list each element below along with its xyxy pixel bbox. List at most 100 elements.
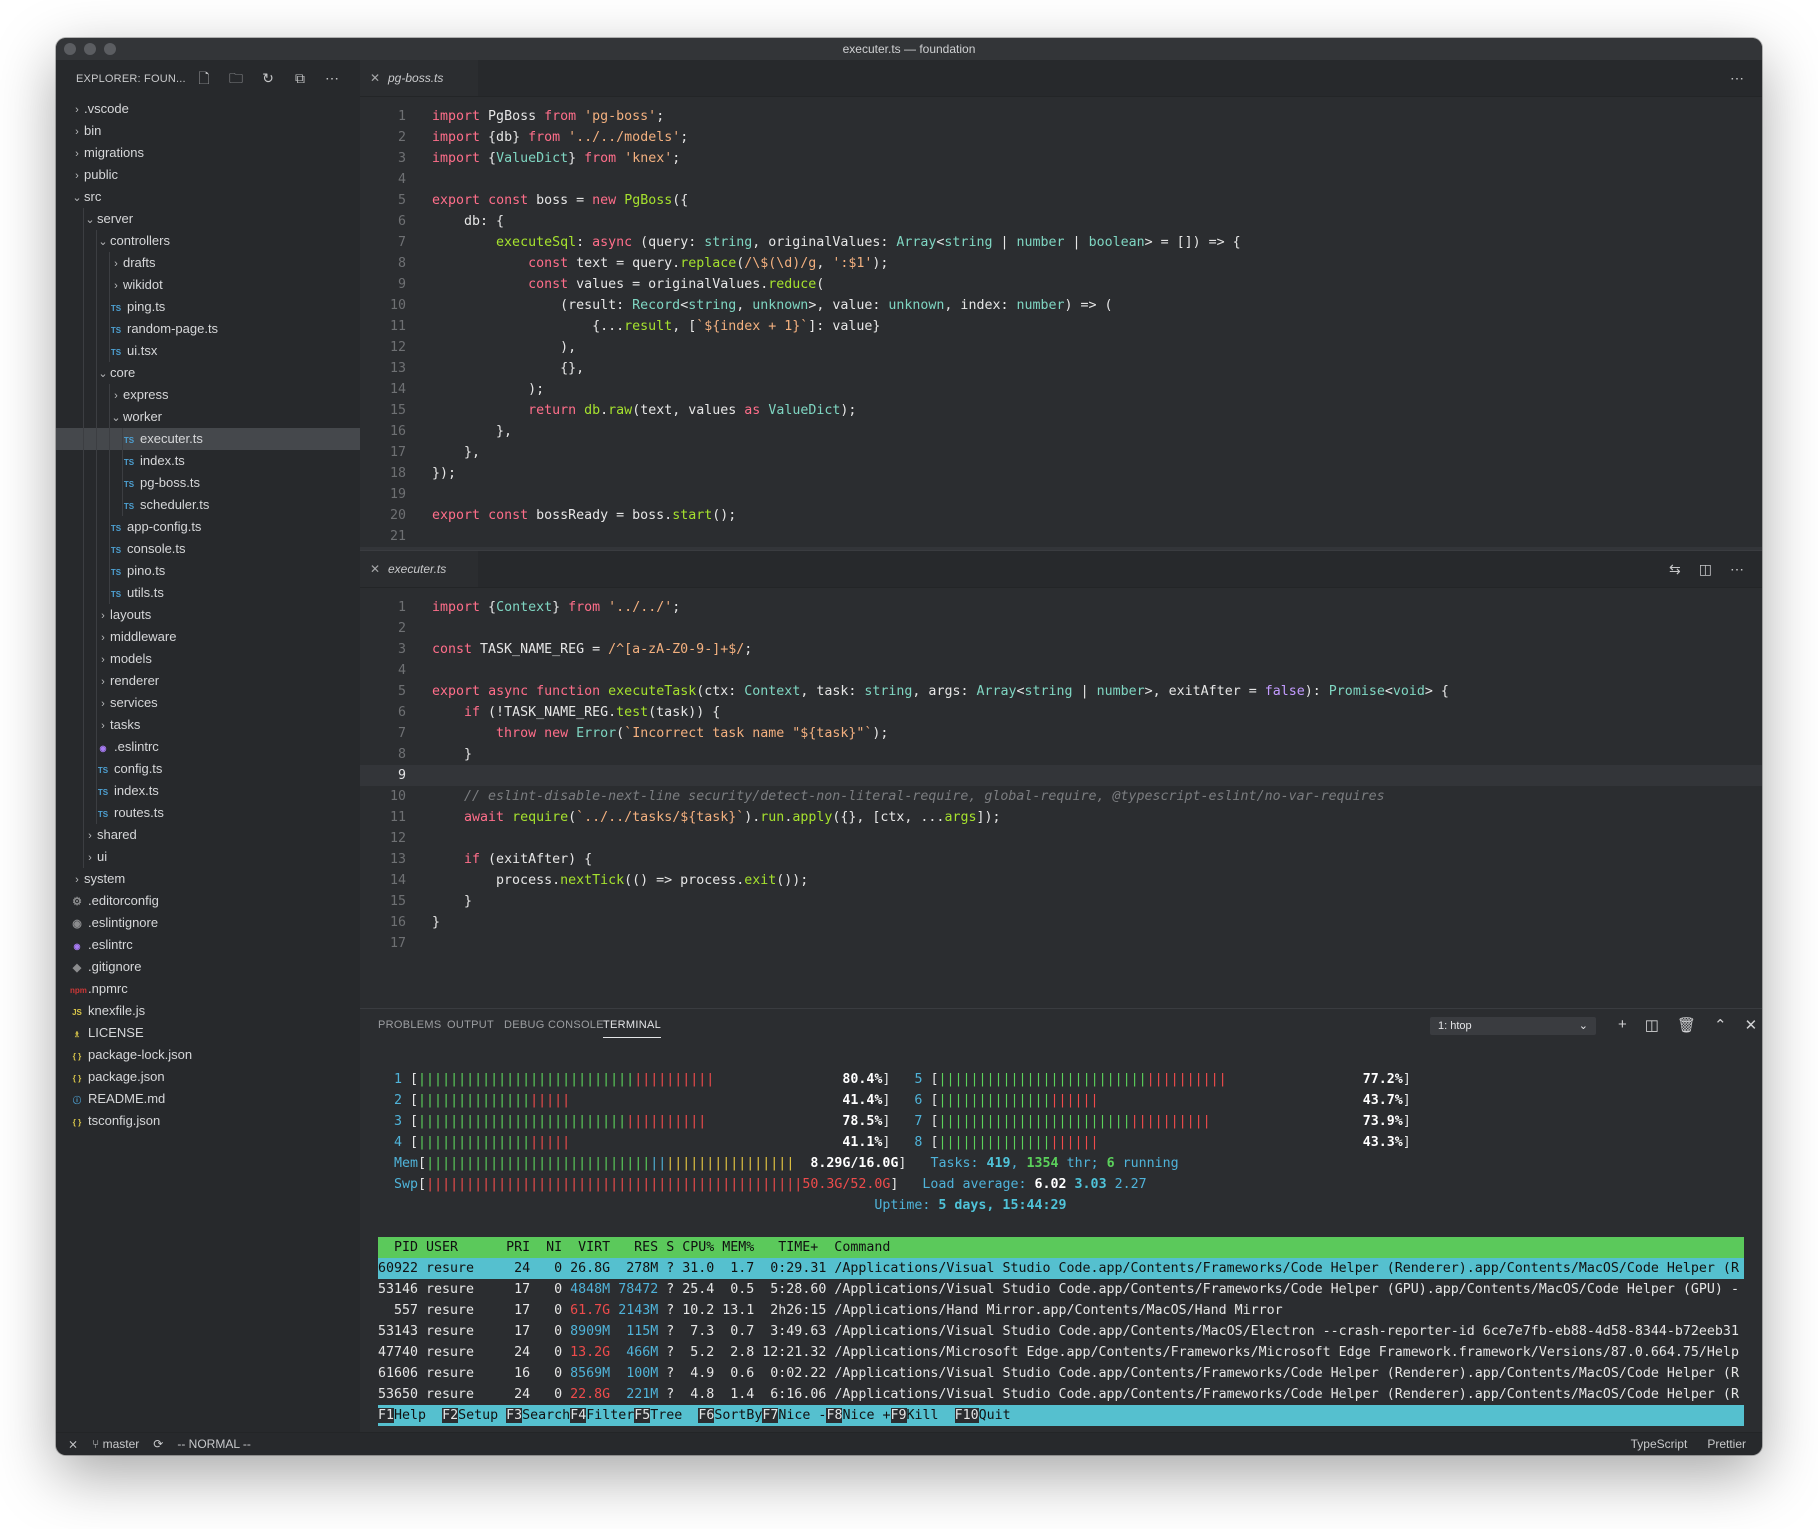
tab-output[interactable]: OUTPUT [447, 1019, 494, 1031]
language-mode[interactable]: TypeScript [1631, 1433, 1688, 1455]
split-terminal-icon[interactable]: ◫ [1645, 1016, 1659, 1034]
new-terminal-icon[interactable]: + [1618, 1016, 1627, 1034]
fkey-f8[interactable]: F8 [826, 1408, 843, 1423]
new-file-icon[interactable]: 🗋 [196, 70, 212, 86]
file-item[interactable]: ◉ .eslintrc [56, 736, 360, 758]
file-item[interactable]: TS ui.tsx [56, 340, 360, 362]
process-row[interactable]: 53143 resure 17 0 8909M 115M ? 7.3 0.7 3… [378, 1321, 1744, 1342]
file-item[interactable]: ⚙ .editorconfig [56, 890, 360, 912]
file-item[interactable]: TS pg-boss.ts [56, 472, 360, 494]
terminal-select[interactable]: 1: htop ⌄ [1430, 1017, 1596, 1035]
close-tab-icon[interactable]: ✕ [370, 551, 380, 587]
folder-item[interactable]: ⌄ src [56, 186, 360, 208]
fkey-f3[interactable]: F3 [506, 1408, 523, 1423]
fkey-f6[interactable]: F6 [698, 1408, 715, 1423]
folder-item[interactable]: ⌄ controllers [56, 230, 360, 252]
folder-item[interactable]: › drafts [56, 252, 360, 274]
fkey-f10[interactable]: F10 [954, 1408, 979, 1423]
folder-item[interactable]: › shared [56, 824, 360, 846]
fkey-f7[interactable]: F7 [762, 1408, 779, 1423]
file-item[interactable]: ⓘ README.md [56, 1088, 360, 1110]
trash-icon[interactable]: 🗑 [1677, 1016, 1696, 1034]
close-tab-icon[interactable]: ✕ [370, 60, 380, 96]
fkey-f2[interactable]: F2 [442, 1408, 459, 1423]
file-item[interactable]: { } tsconfig.json [56, 1110, 360, 1132]
code-area-top[interactable]: 1 import PgBoss from 'pg-boss'; 2 import {d… [360, 106, 1762, 568]
file-item[interactable]: ◉ .eslintrc [56, 934, 360, 956]
fkey-f9[interactable]: F9 [890, 1408, 907, 1423]
close-panel-icon[interactable]: ✕ [1745, 1016, 1758, 1034]
process-row[interactable]: 60922 resure 24 0 26.8G 278M ? 31.0 1.7 … [378, 1258, 1744, 1279]
folder-item[interactable]: › tasks [56, 714, 360, 736]
file-item[interactable]: TS config.ts [56, 758, 360, 780]
collapse-all-icon[interactable]: ⧉ [292, 70, 308, 86]
folder-item[interactable]: › bin [56, 120, 360, 142]
more-actions-icon[interactable]: ⋯ [324, 70, 340, 86]
folder-item[interactable]: › .vscode [56, 98, 360, 120]
close-window-button[interactable] [64, 43, 76, 55]
file-item[interactable]: TS routes.ts [56, 802, 360, 824]
fkey-f1[interactable]: F1 [378, 1408, 395, 1423]
process-row[interactable]: 53650 resure 24 0 22.8G 221M ? 4.8 1.4 6… [378, 1384, 1744, 1405]
file-item[interactable]: TS executer.ts [56, 428, 360, 450]
file-item[interactable]: TS random-page.ts [56, 318, 360, 340]
folder-item[interactable]: › ui [56, 846, 360, 868]
folder-item[interactable]: ⌄ worker [56, 406, 360, 428]
branch-item[interactable]: ⑂ master [92, 1433, 139, 1455]
file-item[interactable]: TS app-config.ts [56, 516, 360, 538]
folder-item[interactable]: › public [56, 164, 360, 186]
file-item[interactable]: TS console.ts [56, 538, 360, 560]
tree-item-content: ⌄ controllers [96, 230, 170, 253]
split-editor-icon[interactable]: ◫ [1699, 551, 1712, 587]
folder-item[interactable]: › layouts [56, 604, 360, 626]
maximize-panel-icon[interactable]: ⌃ [1714, 1016, 1727, 1034]
file-item[interactable]: TS index.ts [56, 450, 360, 472]
tab-terminal[interactable]: TERMINAL [603, 1019, 662, 1038]
tab-executer[interactable]: ✕ executer.ts [360, 551, 478, 587]
folder-item[interactable]: › middleware [56, 626, 360, 648]
file-item[interactable]: ◉ .eslintignore [56, 912, 360, 934]
remote-icon[interactable]: ⨯ [68, 1433, 78, 1455]
more-actions-icon[interactable]: ⋯ [1730, 551, 1744, 587]
more-actions-icon[interactable]: ⋯ [1730, 60, 1744, 96]
refresh-icon[interactable]: ↻ [260, 70, 276, 86]
code-area-bottom[interactable]: 1 import {Context} from '../../'; 2 3 const … [360, 597, 1762, 954]
folder-item[interactable]: › system [56, 868, 360, 890]
htop-terminal[interactable]: 1 [|||||||||||||||||||||||||||||||||||||… [378, 1069, 1744, 1426]
process-row[interactable]: 53146 resure 17 0 4848M 78472 ? 25.4 0.5… [378, 1279, 1744, 1300]
new-folder-icon[interactable]: 🗀 [228, 70, 244, 86]
tab-debug-console[interactable]: DEBUG CONSOLE [504, 1019, 604, 1031]
file-item[interactable]: TS pino.ts [56, 560, 360, 582]
file-item[interactable]: npm.npmrc [56, 978, 360, 1000]
file-item[interactable]: TS utils.ts [56, 582, 360, 604]
typescript-file-icon: TS [123, 436, 135, 445]
file-item[interactable]: TS index.ts [56, 780, 360, 802]
folder-item[interactable]: › express [56, 384, 360, 406]
fkey-f4[interactable]: F4 [570, 1408, 587, 1423]
folder-item[interactable]: › services [56, 692, 360, 714]
tab-problems[interactable]: PROBLEMS [378, 1019, 442, 1031]
folder-item[interactable]: › models [56, 648, 360, 670]
minimize-window-button[interactable] [84, 43, 96, 55]
file-item[interactable]: TS ping.ts [56, 296, 360, 318]
folder-item[interactable]: ⌄ core [56, 362, 360, 384]
file-item[interactable]: ♗ LICENSE [56, 1022, 360, 1044]
process-row[interactable]: 557 resure 17 0 61.7G 2143M ? 10.2 13.1 … [378, 1300, 1744, 1321]
sync-icon[interactable]: ⟳ [153, 1433, 163, 1455]
zoom-window-button[interactable] [104, 43, 116, 55]
process-row[interactable]: 61606 resure 16 0 8569M 100M ? 4.9 0.6 0… [378, 1363, 1744, 1384]
open-changes-icon[interactable]: ⇆ [1669, 551, 1681, 587]
file-item[interactable]: ◆ .gitignore [56, 956, 360, 978]
tab-pg-boss[interactable]: ✕ pg-boss.ts [360, 60, 478, 96]
folder-item[interactable]: › renderer [56, 670, 360, 692]
folder-item[interactable]: › migrations [56, 142, 360, 164]
formatter[interactable]: Prettier [1707, 1433, 1746, 1455]
file-item[interactable]: JS knexfile.js [56, 1000, 360, 1022]
folder-item[interactable]: ⌄ server [56, 208, 360, 230]
file-item[interactable]: { } package.json [56, 1066, 360, 1088]
file-item[interactable]: TS scheduler.ts [56, 494, 360, 516]
folder-item[interactable]: › wikidot [56, 274, 360, 296]
file-item[interactable]: { } package-lock.json [56, 1044, 360, 1066]
fkey-f5[interactable]: F5 [634, 1408, 651, 1423]
process-row[interactable]: 47740 resure 24 0 13.2G 466M ? 5.2 2.8 1… [378, 1342, 1744, 1363]
